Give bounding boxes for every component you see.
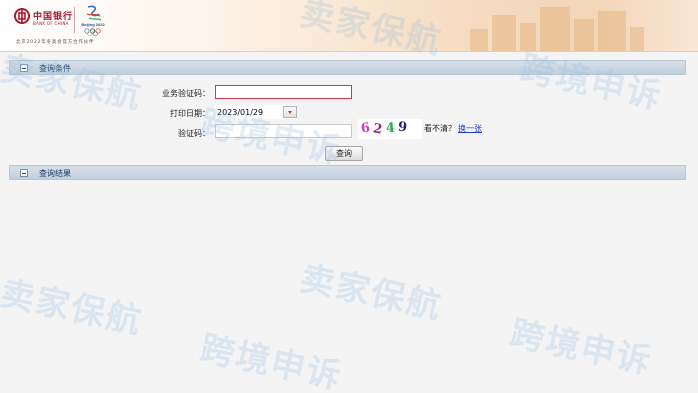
watermark-text: 跨境申诉 xyxy=(516,48,666,118)
watermark-text: 跨境申诉 xyxy=(506,313,656,383)
captcha-char: 6 xyxy=(360,120,372,137)
query-results-bar: 查询结果 xyxy=(9,165,686,180)
header-decor-building xyxy=(574,19,594,51)
captcha-char: 4 xyxy=(385,120,396,137)
watermark-layer: 卖家保航 跨境申诉 卖家保航 跨境申诉 卖家保航 跨境申诉 卖家保航 跨境申诉 xyxy=(0,0,698,393)
date-picker-button[interactable] xyxy=(283,106,297,118)
captcha-char: 9 xyxy=(397,119,408,136)
header-decor-building xyxy=(470,29,488,51)
captcha-image[interactable]: 6 2 4 9 xyxy=(358,119,422,139)
captcha-label: 验证码： xyxy=(178,129,210,138)
business-code-input[interactable] xyxy=(215,85,352,99)
header-decor-building xyxy=(520,23,536,51)
query-conditions-bar: 查询条件 xyxy=(9,60,686,75)
logo-divider xyxy=(74,7,75,33)
watermark-text: 跨境申诉 xyxy=(196,328,346,393)
refresh-captcha-link[interactable]: 换一张 xyxy=(458,123,482,134)
partner-text: 北京2022年冬奥会官方合作伙伴 xyxy=(16,40,95,45)
watermark-text: 卖家保航 xyxy=(296,258,446,328)
print-date-label: 打印日期： xyxy=(170,109,210,118)
header-decor-building xyxy=(598,11,626,51)
query-results-title: 查询结果 xyxy=(39,169,71,178)
header-decor-building xyxy=(492,15,516,51)
collapse-query-results-icon[interactable] xyxy=(20,169,28,177)
captcha-char: 2 xyxy=(371,121,384,138)
bank-name-en: BANK OF CHINA xyxy=(33,21,69,26)
page-header: 中国银行 BANK OF CHINA Beijing 2022 北京2022年冬… xyxy=(0,0,698,52)
bank-of-china-logo-icon xyxy=(14,8,30,24)
business-code-label: 业务验证码： xyxy=(162,89,210,98)
winter-olympics-logo-icon: Beijing 2022 xyxy=(81,5,105,37)
captcha-hint-text: 看不清？ xyxy=(424,124,456,133)
watermark-text: 卖家保航 xyxy=(0,48,146,118)
captcha-input[interactable] xyxy=(215,124,352,138)
query-button[interactable]: 查询 xyxy=(325,146,363,161)
collapse-query-conditions-icon[interactable] xyxy=(20,64,28,72)
header-decor-building xyxy=(630,27,644,51)
olympic-text: Beijing 2022 xyxy=(81,22,105,27)
watermark-text: 卖家保航 xyxy=(0,273,146,343)
header-decor-building xyxy=(540,7,570,51)
query-conditions-title: 查询条件 xyxy=(39,64,71,73)
